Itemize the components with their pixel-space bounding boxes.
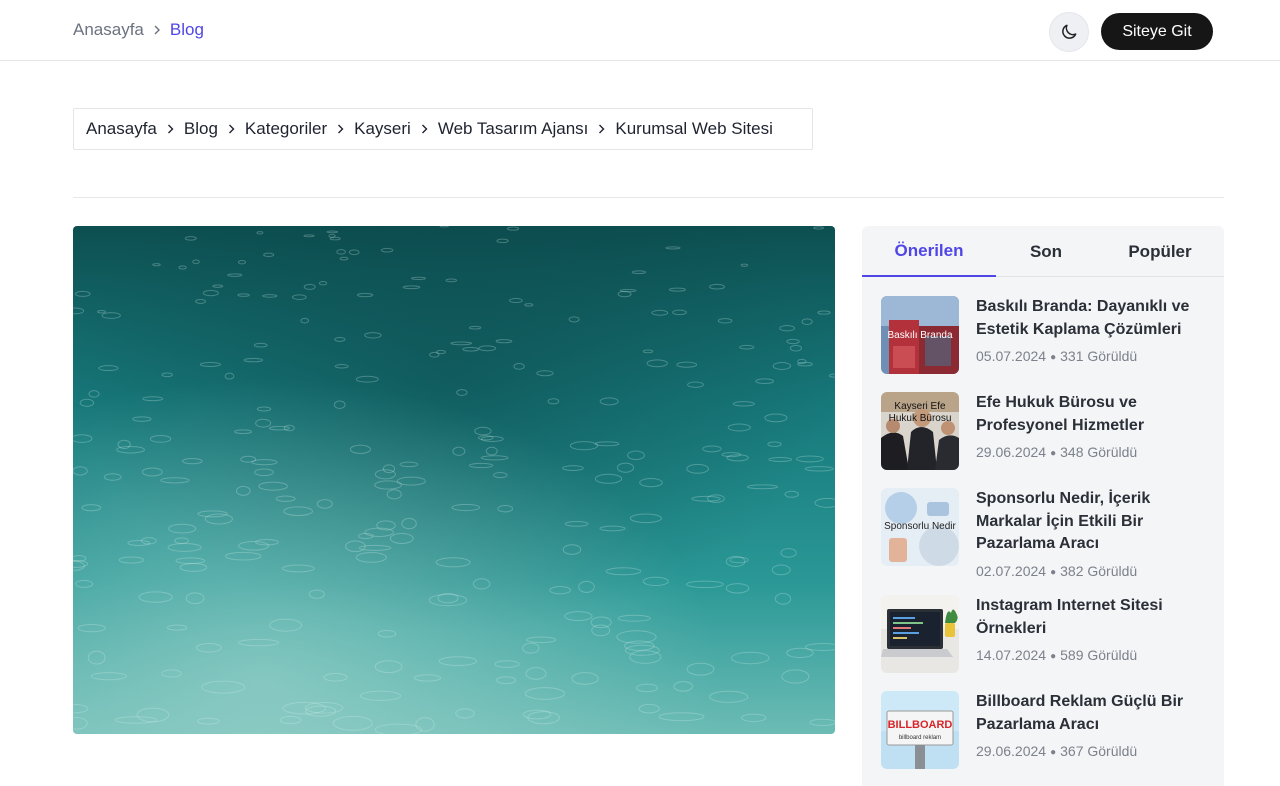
post-date: 02.07.2024 xyxy=(976,563,1047,579)
post-views: 331 Görüldü xyxy=(1060,348,1138,364)
post-item[interactable]: Kayseri Efe Hukuk Bürosu Efe Hukuk Büros… xyxy=(881,392,1211,472)
header-breadcrumb: Anasayfa Blog xyxy=(73,19,204,41)
post-meta: 02.07.2024 ● 382 Görüldü xyxy=(976,563,1138,579)
tab-recent[interactable]: Son xyxy=(996,226,1096,277)
post-meta: 05.07.2024 ● 331 Görüldü xyxy=(976,348,1138,364)
top-bar: Anasayfa Blog Siteye Git xyxy=(0,0,1280,61)
post-meta: 14.07.2024 ● 589 Görüldü xyxy=(976,647,1138,663)
post-meta: 29.06.2024 ● 367 Görüldü xyxy=(976,743,1138,759)
breadcrumb: Anasayfa Blog Kategoriler Kayseri Web Ta… xyxy=(73,108,813,150)
post-date: 29.06.2024 xyxy=(976,743,1047,759)
thumb-caption: Hukuk Bürosu xyxy=(889,413,952,424)
chevron-right-icon xyxy=(336,123,345,135)
post-views: 382 Görüldü xyxy=(1060,563,1138,579)
theme-toggle-button[interactable] xyxy=(1049,12,1089,52)
post-thumbnail: Kayseri Efe Hukuk Bürosu xyxy=(881,392,959,470)
post-thumbnail: Baskılı Branda xyxy=(881,296,959,374)
breadcrumb-item-home[interactable]: Anasayfa xyxy=(86,119,157,139)
thumb-caption: Sponsorlu Nedir xyxy=(884,521,956,532)
post-date: 14.07.2024 xyxy=(976,647,1047,663)
thumb-caption: billboard reklam xyxy=(899,735,941,741)
go-to-site-button[interactable]: Siteye Git xyxy=(1101,13,1213,50)
sidebar-tabs: Önerilen Son Popüler xyxy=(862,226,1224,277)
header-crumb-current[interactable]: Blog xyxy=(170,19,204,41)
breadcrumb-item-kayseri[interactable]: Kayseri xyxy=(354,119,411,139)
post-views: 589 Görüldü xyxy=(1060,647,1138,663)
chevron-right-icon xyxy=(597,123,606,135)
thumb-caption: Baskılı Branda xyxy=(887,330,952,341)
breadcrumb-item-agency[interactable]: Web Tasarım Ajansı xyxy=(438,119,589,139)
breadcrumb-item-current: Kurumsal Web Sitesi xyxy=(615,119,773,138)
header-crumb-home[interactable]: Anasayfa xyxy=(73,19,144,41)
sidebar: Önerilen Son Popüler Baskılı Branda Bask… xyxy=(862,226,1224,786)
tab-recommended[interactable]: Önerilen xyxy=(862,226,996,277)
post-item[interactable]: Baskılı Branda Baskılı Branda: Dayanıklı… xyxy=(881,296,1211,376)
chevron-right-icon xyxy=(227,123,236,135)
post-title[interactable]: Baskılı Branda: Dayanıklı ve Estetik Kap… xyxy=(976,296,1201,341)
post-date: 29.06.2024 xyxy=(976,444,1047,460)
section-divider xyxy=(73,197,1224,198)
tab-popular[interactable]: Popüler xyxy=(1096,226,1224,277)
hero-image xyxy=(73,226,835,734)
thumb-caption: BILLBOARD xyxy=(888,719,953,731)
post-views: 348 Görüldü xyxy=(1060,444,1138,460)
chevron-right-icon xyxy=(166,123,175,135)
post-title[interactable]: Instagram Internet Sitesi Örnekleri xyxy=(976,595,1201,640)
post-title[interactable]: Efe Hukuk Bürosu ve Profesyonel Hizmetle… xyxy=(976,392,1201,437)
thumb-caption: Kayseri Efe xyxy=(894,401,946,412)
chevron-right-icon xyxy=(152,24,162,36)
post-views: 367 Görüldü xyxy=(1060,743,1138,759)
post-item[interactable]: Instagram Internet Sitesi Örnekleri 14.0… xyxy=(881,595,1211,675)
post-thumbnail xyxy=(881,595,959,673)
chevron-right-icon xyxy=(420,123,429,135)
moon-icon xyxy=(1062,24,1077,39)
post-thumbnail: BILLBOARD billboard reklam xyxy=(881,691,959,769)
post-item[interactable]: Sponsorlu Nedir Sponsorlu Nedir, İçerik … xyxy=(881,488,1211,583)
post-title[interactable]: Sponsorlu Nedir, İçerik Markalar İçin Et… xyxy=(976,488,1201,556)
post-item[interactable]: BILLBOARD billboard reklam Billboard Rek… xyxy=(881,691,1211,771)
post-date: 05.07.2024 xyxy=(976,348,1047,364)
post-meta: 29.06.2024 ● 348 Görüldü xyxy=(976,444,1138,460)
breadcrumb-item-blog[interactable]: Blog xyxy=(184,119,218,139)
post-thumbnail: Sponsorlu Nedir xyxy=(881,488,959,566)
breadcrumb-item-categories[interactable]: Kategoriler xyxy=(245,119,327,139)
post-title[interactable]: Billboard Reklam Güçlü Bir Pazarlama Ara… xyxy=(976,691,1201,736)
